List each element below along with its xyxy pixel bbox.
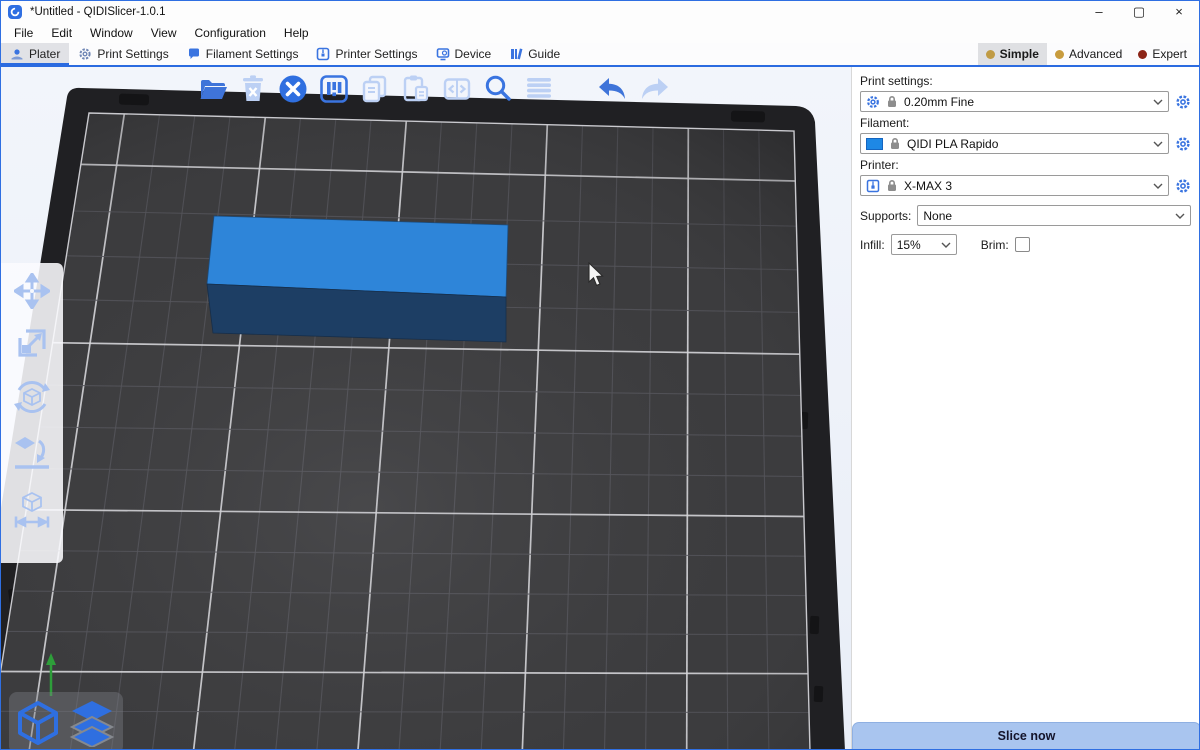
- title-bar: *Untitled - QIDISlicer-1.0.1 – ▢ ×: [1, 1, 1199, 23]
- 3d-editor-view-icon[interactable]: [15, 699, 61, 747]
- tab-plater[interactable]: Plater: [1, 43, 69, 65]
- filament-combo[interactable]: QIDI PLA Rapido: [860, 133, 1169, 154]
- chevron-down-icon: [1153, 99, 1163, 105]
- lock-icon: [886, 95, 898, 108]
- place-on-face-icon[interactable]: [13, 433, 51, 473]
- filament-color-swatch: [866, 138, 883, 150]
- printer-gear-button[interactable]: [1175, 178, 1191, 194]
- tab-print-settings[interactable]: Print Settings: [69, 43, 177, 65]
- mode-expert[interactable]: Expert: [1130, 43, 1195, 65]
- chevron-down-icon: [1153, 141, 1163, 147]
- left-toolbar: [1, 263, 63, 563]
- filament-icon: [187, 47, 201, 61]
- printer-value: X-MAX 3: [904, 179, 952, 193]
- settings-sidebar: Print settings: 0.20mm Fine Filament: QI…: [851, 67, 1200, 749]
- menu-bar: File Edit Window View Configuration Help: [1, 23, 1199, 43]
- infill-value: 15%: [897, 238, 921, 252]
- gear-icon: [866, 95, 880, 109]
- infill-combo[interactable]: 15%: [891, 234, 957, 255]
- preview-layers-icon[interactable]: [67, 699, 117, 747]
- plater-icon: [10, 47, 24, 61]
- menu-file[interactable]: File: [5, 23, 42, 43]
- guide-icon: [509, 47, 523, 61]
- search-icon[interactable]: [482, 73, 514, 105]
- tab-filament-settings[interactable]: Filament Settings: [178, 43, 308, 65]
- advanced-mode-dot-icon: [1055, 50, 1064, 59]
- supports-combo[interactable]: None: [917, 205, 1191, 226]
- rotate-icon[interactable]: [12, 377, 52, 417]
- print-settings-combo[interactable]: 0.20mm Fine: [860, 91, 1169, 112]
- filament-value: QIDI PLA Rapido: [907, 137, 998, 151]
- window-title: *Untitled - QIDISlicer-1.0.1: [30, 6, 166, 18]
- menu-configuration[interactable]: Configuration: [186, 23, 275, 43]
- mode-selector: Simple Advanced Expert: [978, 43, 1195, 65]
- bed-lighting: [1, 113, 810, 750]
- redo-icon[interactable]: [638, 73, 672, 105]
- maximize-button[interactable]: ▢: [1119, 1, 1159, 23]
- supports-label: Supports:: [860, 209, 911, 223]
- filament-gear-button[interactable]: [1175, 136, 1191, 152]
- brim-label: Brim:: [981, 238, 1009, 252]
- menu-window[interactable]: Window: [81, 23, 142, 43]
- close-button[interactable]: ×: [1159, 1, 1199, 23]
- brim-checkbox[interactable]: [1015, 237, 1030, 252]
- menu-help[interactable]: Help: [275, 23, 318, 43]
- layer-height-icon[interactable]: [523, 73, 555, 105]
- 3d-viewport[interactable]: [1, 67, 851, 750]
- printer-label: Printer:: [860, 158, 1191, 172]
- printer-combo[interactable]: X-MAX 3: [860, 175, 1169, 196]
- undo-icon[interactable]: [595, 73, 629, 105]
- mode-simple[interactable]: Simple: [978, 43, 1047, 65]
- lock-icon: [889, 137, 901, 150]
- chevron-down-icon: [941, 242, 951, 248]
- supports-value: None: [923, 209, 952, 223]
- print-settings-value: 0.20mm Fine: [904, 95, 974, 109]
- mode-advanced[interactable]: Advanced: [1047, 43, 1130, 65]
- chevron-down-icon: [1153, 183, 1163, 189]
- delete-all-icon[interactable]: [277, 73, 309, 105]
- menu-view[interactable]: View: [142, 23, 186, 43]
- printer-icon: [866, 179, 880, 193]
- copy-icon[interactable]: [359, 73, 391, 105]
- minimize-button[interactable]: –: [1079, 1, 1119, 23]
- move-icon[interactable]: [14, 273, 50, 309]
- tab-bar: Plater Print Settings Filament Settings …: [1, 43, 1199, 67]
- filament-label: Filament:: [860, 116, 1191, 130]
- menu-edit[interactable]: Edit: [42, 23, 81, 43]
- gear-icon: [78, 47, 92, 61]
- measure-icon[interactable]: [12, 489, 52, 529]
- expert-mode-dot-icon: [1138, 50, 1147, 59]
- view-switch-panel: [9, 692, 123, 750]
- tab-printer-settings[interactable]: Printer Settings: [307, 43, 426, 65]
- arrange-icon[interactable]: [318, 73, 350, 105]
- top-toolbar: [197, 71, 672, 107]
- slice-now-button[interactable]: Slice now: [852, 722, 1200, 749]
- print-settings-gear-button[interactable]: [1175, 94, 1191, 110]
- chevron-down-icon: [1175, 213, 1185, 219]
- scale-icon[interactable]: [14, 325, 50, 361]
- lock-icon: [886, 179, 898, 192]
- toolbar-separator: [564, 89, 586, 90]
- open-file-icon[interactable]: [197, 73, 229, 105]
- delete-icon[interactable]: [238, 73, 268, 105]
- qidislicer-window: *Untitled - QIDISlicer-1.0.1 – ▢ × File …: [0, 0, 1200, 750]
- infill-label: Infill:: [860, 238, 885, 252]
- paste-icon[interactable]: [400, 73, 432, 105]
- instances-icon[interactable]: [441, 73, 473, 105]
- tab-device[interactable]: Device: [427, 43, 501, 65]
- model-object-box[interactable]: [207, 216, 508, 342]
- print-settings-label: Print settings:: [860, 74, 1191, 88]
- app-logo-icon: [8, 5, 22, 19]
- device-icon: [436, 47, 450, 61]
- tab-guide[interactable]: Guide: [500, 43, 569, 65]
- simple-mode-dot-icon: [986, 50, 995, 59]
- printer-icon: [316, 47, 330, 61]
